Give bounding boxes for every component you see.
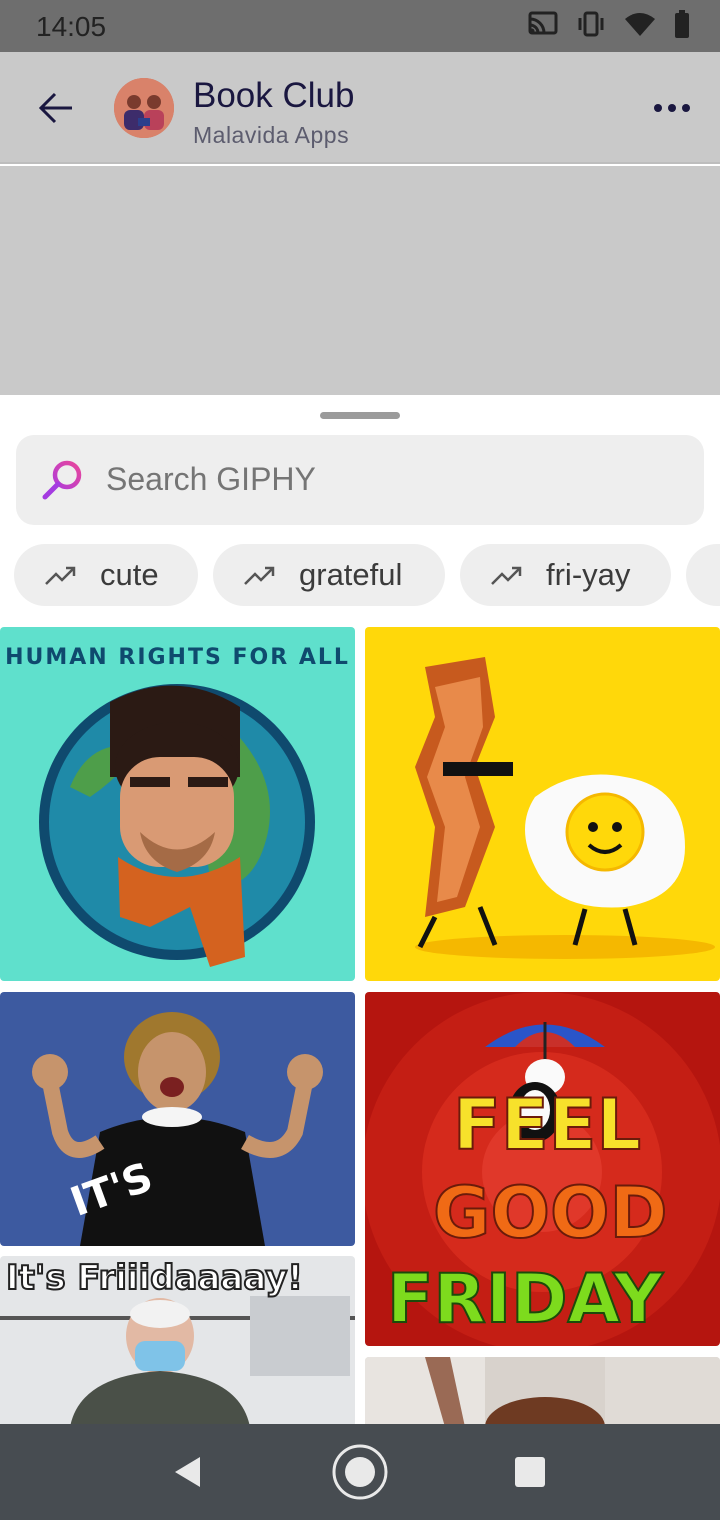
more-options-button[interactable] <box>650 88 694 128</box>
chip-label: fri-yay <box>546 557 631 592</box>
gif-caption: It's Friiidaaaay! <box>5 1257 304 1299</box>
search-icon <box>42 460 82 500</box>
more-dot <box>668 104 676 112</box>
sheet-drag-handle[interactable] <box>320 412 400 419</box>
chip-grateful[interactable]: grateful <box>213 544 445 606</box>
search-input[interactable] <box>106 461 666 498</box>
avatar-illustration <box>114 78 174 138</box>
nav-back-icon <box>175 1457 200 1487</box>
giphy-search-bar[interactable] <box>16 435 704 525</box>
gif-caption-line2: GOOD <box>432 1171 669 1255</box>
group-avatar[interactable] <box>114 78 174 138</box>
its-friday-woman-gif[interactable]: IT'S <box>0 992 355 1246</box>
trending-icon <box>45 566 76 585</box>
battery-icon <box>675 10 689 38</box>
nav-back-button[interactable] <box>158 1442 218 1502</box>
nav-home-icon <box>332 1444 388 1500</box>
bacon-egg-illustration <box>415 657 715 959</box>
chip-label: cute <box>100 557 159 592</box>
status-icons <box>528 10 690 38</box>
status-bar: 14:05 <box>0 0 720 52</box>
more-dot <box>682 104 690 112</box>
chip-cute[interactable]: cute <box>14 544 198 606</box>
trending-icon <box>244 566 275 585</box>
human-rights-illustration <box>39 684 315 967</box>
chip-partial[interactable] <box>686 544 720 606</box>
chat-title[interactable]: Book Club <box>193 76 354 116</box>
chip-label: grateful <box>299 557 403 592</box>
chat-header: Book Club Malavida Apps <box>0 52 720 164</box>
bacon-egg-gif[interactable] <box>365 627 720 981</box>
giphy-sheet: cute grateful fri-yay <box>0 395 720 1425</box>
trending-chips: cute grateful fri-yay <box>14 544 720 606</box>
status-time: 14:05 <box>36 11 107 42</box>
person-door-gif[interactable] <box>365 1357 720 1425</box>
nav-recents-icon <box>515 1457 545 1487</box>
gif-caption: HUMAN RIGHTS FOR ALL <box>5 645 350 670</box>
woman-illustration <box>32 1012 323 1246</box>
its-friiidaaaay-gif[interactable]: It's Friiidaaaay! <box>0 1256 355 1425</box>
nav-home-button[interactable] <box>330 1442 390 1502</box>
chip-fri-yay[interactable]: fri-yay <box>460 544 671 606</box>
gif-grid: HUMAN RIGHTS FOR ALL IT'S FEEL GOOD FRID… <box>0 627 720 1425</box>
chat-subtitle: Malavida Apps <box>193 122 350 148</box>
cast-icon <box>528 11 558 35</box>
trending-icon <box>491 566 522 585</box>
gif-caption-line1: FEEL <box>452 1083 642 1167</box>
door-illustration <box>365 1357 720 1425</box>
vibrate-icon <box>578 11 604 37</box>
more-vertical-icon <box>654 104 662 112</box>
system-nav-bar <box>0 1424 720 1520</box>
human-rights-gif[interactable]: HUMAN RIGHTS FOR ALL <box>0 627 355 981</box>
gif-caption-line3: FRIDAY <box>386 1259 664 1340</box>
feel-good-friday-gif[interactable]: FEEL GOOD FRIDAY <box>365 992 720 1346</box>
wifi-icon <box>625 13 655 36</box>
chat-messages-area <box>0 166 720 395</box>
arrow-left-icon <box>38 92 72 124</box>
back-button[interactable] <box>30 82 82 134</box>
nav-recents-button[interactable] <box>500 1442 560 1502</box>
